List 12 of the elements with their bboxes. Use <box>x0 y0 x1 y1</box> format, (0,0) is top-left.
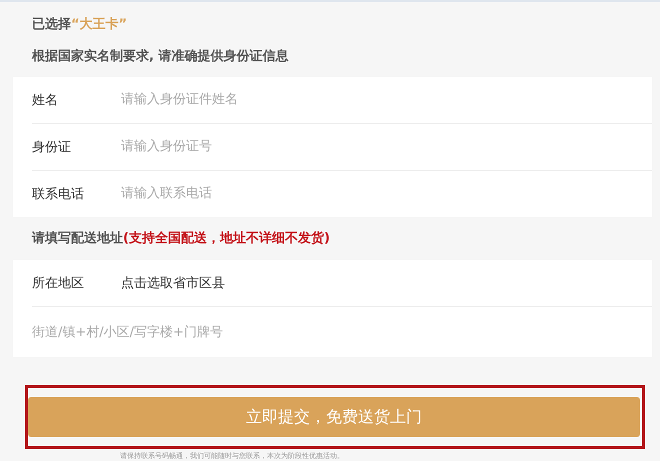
input-field[interactable]: 街道/镇+村/小区/写字楼+门牌号 <box>32 321 652 343</box>
field-label: 所在地区 <box>32 275 85 292</box>
field-label: 姓名 <box>32 92 59 109</box>
region-picker[interactable]: 点击选取省市区县 <box>121 274 225 292</box>
input-field[interactable]: 请输入身份证件姓名 <box>121 88 652 111</box>
selection-text: 已选择“大王卡” <box>32 16 128 33</box>
input-field[interactable]: 请输入身份证号 <box>121 136 652 158</box>
id-notice: 根据国家实名制要求, 请准确提供身份证信息 <box>32 48 288 66</box>
field-label: 联系电话 <box>32 186 85 203</box>
field-label: 身份证 <box>32 138 72 156</box>
address-heading: 请填写配送地址(支持全国配送，地址不详细不发货) <box>32 230 330 248</box>
input-field[interactable]: 请输入联系电话 <box>121 182 652 205</box>
